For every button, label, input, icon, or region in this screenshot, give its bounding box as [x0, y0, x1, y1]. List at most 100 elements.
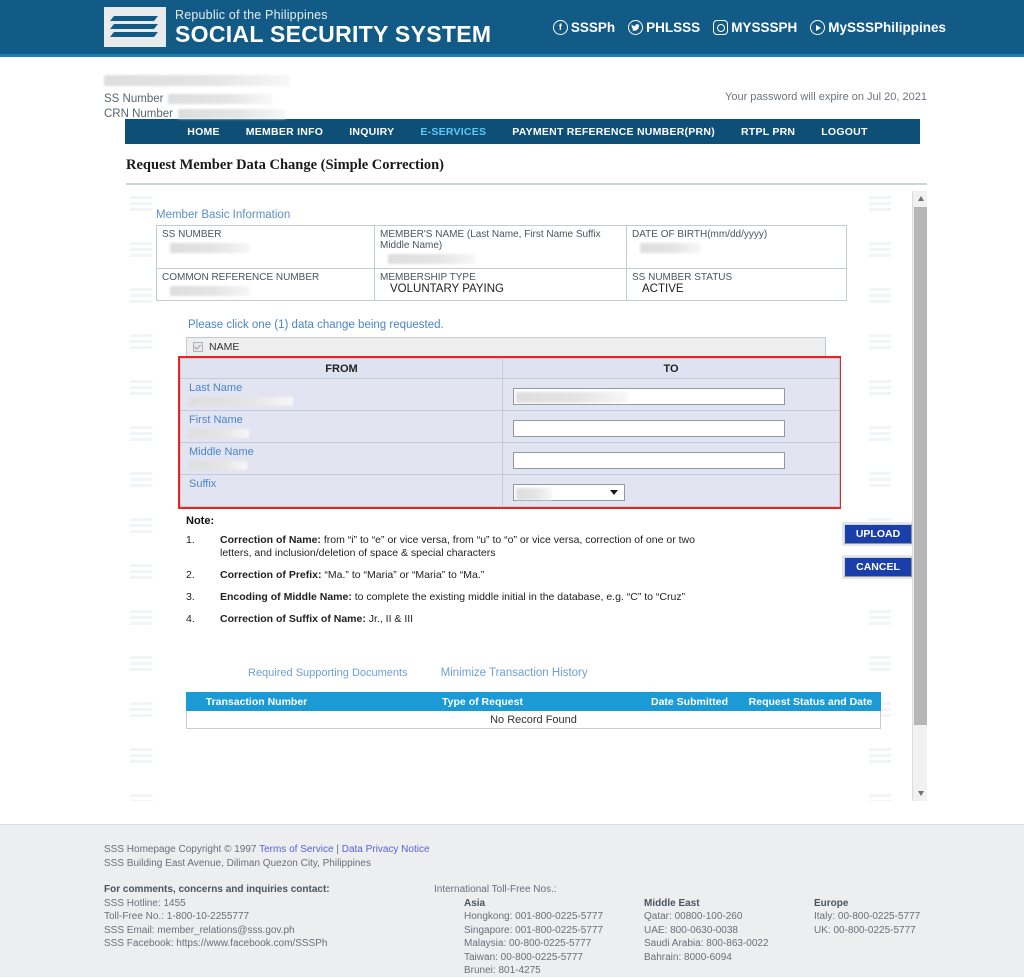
- scrollbar-thumb[interactable]: [914, 207, 927, 725]
- transaction-history-table: Transaction Number Type of Request Date …: [186, 692, 881, 729]
- nav-item-rtpl-prn[interactable]: RTPL PRN: [741, 126, 795, 138]
- select-value-redacted: [516, 488, 552, 500]
- note-item-3: 3. Encoding of Middle Name: to complete …: [186, 591, 716, 604]
- link-separator: |: [336, 844, 339, 855]
- table-header-row: Transaction Number Type of Request Date …: [186, 692, 881, 711]
- nav-item-e-services[interactable]: E-SERVICES: [420, 126, 486, 138]
- region-entry: Hongkong: 001-800-0225-5777: [464, 911, 603, 922]
- sss-logo-icon: [104, 7, 166, 47]
- chevron-up-icon: [917, 196, 924, 201]
- note-number: 2.: [186, 569, 195, 581]
- name-group-header[interactable]: NAME: [186, 337, 826, 357]
- name-group-label: NAME: [209, 341, 240, 353]
- notes-title: Note:: [186, 515, 215, 527]
- brand-subtitle: Republic of the Philippines: [175, 7, 328, 22]
- nav-item-member-info[interactable]: MEMBER INFO: [246, 126, 323, 138]
- watermark-tile: [126, 743, 156, 768]
- social-link-facebook[interactable]: f SSSPh: [552, 20, 616, 35]
- from-value-redacted: [189, 429, 249, 439]
- youtube-icon: [810, 20, 826, 35]
- nav-item-logout[interactable]: LOGOUT: [821, 126, 867, 138]
- crn-number-row: CRN Number: [104, 107, 1024, 122]
- first-name-input[interactable]: [513, 420, 785, 437]
- note-bold: Correction of Name:: [220, 534, 321, 546]
- upload-button[interactable]: UPLOAD: [844, 524, 912, 544]
- column-header-type-of-request: Type of Request: [326, 692, 639, 711]
- scroll-down-button[interactable]: [913, 786, 927, 801]
- cell-label: DATE OF BIRTH(mm/dd/yyyy): [632, 229, 768, 240]
- member-name-redacted: [104, 75, 290, 86]
- name-change-group: NAME FROM TO Last Name First Name Middle…: [178, 337, 841, 509]
- nav-item-payment-reference-number[interactable]: PAYMENT REFERENCE NUMBER(PRN): [512, 126, 715, 138]
- panel-scrollbar[interactable]: [912, 191, 927, 801]
- copyright-line: SSS Homepage Copyright © 1997 Terms of S…: [104, 843, 1024, 857]
- table-row-first-name: First Name: [180, 410, 840, 443]
- table-header-row: FROM TO: [180, 358, 840, 379]
- terms-of-service-link[interactable]: Terms of Service: [259, 844, 333, 855]
- ss-number-label: SS Number: [104, 93, 164, 105]
- suffix-select[interactable]: [513, 484, 625, 501]
- from-cell-middle-name: Middle Name: [180, 442, 503, 475]
- table-row-middle-name: Middle Name: [180, 442, 840, 475]
- minimize-transaction-history-link[interactable]: Minimize Transaction History: [441, 667, 588, 679]
- social-link-twitter[interactable]: PHLSSS: [628, 20, 700, 35]
- note-text: Correction of Suffix of Name: Jr., II & …: [220, 613, 716, 626]
- note-number: 3.: [186, 591, 195, 603]
- instagram-icon: [713, 20, 729, 35]
- table-row: No Record Found: [186, 710, 881, 729]
- region-entry: Bahrain: 8000-6094: [644, 951, 732, 963]
- intl-europe-column: Europe Italy: 00-800-0225-5777 UK: 00-80…: [814, 883, 984, 978]
- name-checkbox[interactable]: [193, 342, 203, 352]
- required-supporting-documents-link[interactable]: Required Supporting Documents: [248, 667, 408, 679]
- password-expiry-notice: Your password will expire on Jul 20, 202…: [725, 91, 927, 103]
- intl-heading: International Toll-Free Nos.:: [434, 884, 557, 895]
- note-number: 1.: [186, 534, 195, 546]
- crn-number-label: CRN Number: [104, 108, 174, 120]
- cell-date-of-birth: DATE OF BIRTH(mm/dd/yyyy): [626, 225, 847, 269]
- column-header-from: FROM: [180, 358, 503, 379]
- note-rest: Jr., II & III: [365, 613, 414, 625]
- note-text: Encoding of Middle Name: to complete the…: [220, 591, 716, 604]
- middle-name-input[interactable]: [513, 452, 785, 469]
- social-link-instagram[interactable]: MYSSSPH: [713, 20, 797, 35]
- table-row: SS NUMBER MEMBER'S NAME (Last Name, Firs…: [156, 225, 847, 269]
- cell-value-redacted: [170, 286, 250, 296]
- cancel-button[interactable]: CANCEL: [844, 557, 912, 577]
- from-cell-first-name: First Name: [180, 410, 503, 443]
- contact-line-hotline: SSS Hotline: 1455: [104, 897, 186, 909]
- cell-label: COMMON REFERENCE NUMBER: [162, 272, 320, 283]
- watermark-tile: [126, 789, 156, 801]
- last-name-input[interactable]: [513, 388, 785, 405]
- cell-ss-number-status: SS NUMBER STATUS ACTIVE: [626, 268, 847, 301]
- to-cell-last-name: [502, 378, 840, 411]
- address-line: SSS Building East Avenue, Diliman Quezon…: [104, 857, 371, 869]
- intl-asia-column: International Toll-Free Nos.: Asia Hongk…: [434, 883, 644, 978]
- column-header-to: TO: [502, 358, 840, 379]
- sss-logo: Republic of the Philippines SOCIAL SECUR…: [104, 7, 491, 47]
- data-change-instruction: Please click one (1) data change being r…: [188, 319, 444, 331]
- scroll-up-button[interactable]: [913, 191, 927, 206]
- note-text: Correction of Prefix: “Ma.” to “Maria” o…: [220, 569, 716, 582]
- contact-line-facebook: SSS Facebook: https://www.facebook.com/S…: [104, 938, 328, 949]
- to-cell-middle-name: [502, 442, 840, 475]
- note-number: 4.: [186, 613, 195, 625]
- cell-value-redacted: [170, 243, 250, 253]
- social-label-facebook: SSSPh: [570, 20, 616, 35]
- social-link-youtube[interactable]: MySSSPhilippines: [810, 20, 946, 35]
- table-row-suffix: Suffix: [180, 474, 840, 507]
- site-header: Republic of the Philippines SOCIAL SECUR…: [0, 0, 1024, 57]
- nav-item-home[interactable]: HOME: [187, 126, 220, 138]
- note-text: Correction of Name: from “i” to “e” or v…: [220, 534, 716, 560]
- nav-item-inquiry[interactable]: INQUIRY: [349, 126, 394, 138]
- field-label: First Name: [189, 414, 243, 426]
- contact-column: For comments, concerns and inquiries con…: [104, 883, 434, 978]
- from-value-redacted: [189, 461, 247, 471]
- contact-line-email: SSS Email: member_relations@sss.gov.ph: [104, 924, 295, 936]
- social-links: f SSSPh PHLSSS MYSSSPH MySSSPhilippines: [552, 20, 946, 35]
- note-item-2: 2. Correction of Prefix: “Ma.” to “Maria…: [186, 569, 716, 582]
- data-privacy-notice-link[interactable]: Data Privacy Notice: [342, 844, 430, 855]
- to-cell-first-name: [502, 410, 840, 443]
- highlight-box: FROM TO Last Name First Name Middle Name…: [178, 356, 841, 509]
- region-entry: UK: 00-800-0225-5777: [814, 924, 916, 936]
